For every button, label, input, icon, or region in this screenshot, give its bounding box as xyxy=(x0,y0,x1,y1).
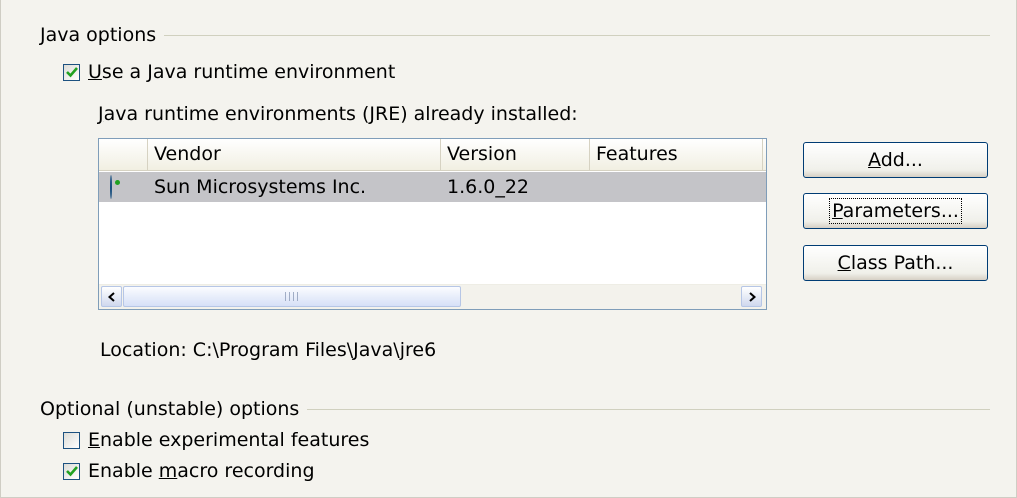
column-header-version[interactable]: Version xyxy=(441,139,590,170)
jre-table[interactable]: Vendor Version Features Sun Microsystems… xyxy=(98,138,767,310)
java-options-header: Java options xyxy=(40,24,990,46)
class-path-button[interactable]: Class Path... xyxy=(803,245,988,281)
jre-radio[interactable] xyxy=(110,175,120,199)
select-cell[interactable] xyxy=(99,175,148,199)
scroll-left-button[interactable] xyxy=(101,286,122,307)
scroll-thumb[interactable]: |||| xyxy=(123,286,461,307)
checkbox-box[interactable] xyxy=(63,431,80,449)
parameters-button[interactable]: Parameters... xyxy=(803,193,988,229)
grip-icon: |||| xyxy=(283,291,301,302)
optional-options-title: Optional (unstable) options xyxy=(40,398,300,420)
arrow-left-icon xyxy=(107,291,115,302)
checkmark-icon xyxy=(66,66,78,77)
scroll-right-button[interactable] xyxy=(741,286,762,307)
add-button[interactable]: Add... xyxy=(803,142,988,178)
optional-options-header: Optional (unstable) options xyxy=(40,398,990,420)
use-jre-checkbox[interactable]: Use a Java runtime environment xyxy=(63,61,395,83)
column-header-select[interactable] xyxy=(99,139,148,170)
use-jre-label: Use a Java runtime environment xyxy=(88,61,396,83)
version-cell: 1.6.0_22 xyxy=(447,176,530,198)
installed-jre-label: Java runtime environments (JRE) already … xyxy=(98,103,578,125)
experimental-features-label: Enable experimental features xyxy=(88,429,370,451)
column-header-vendor[interactable]: Vendor xyxy=(148,139,441,170)
section-divider xyxy=(307,408,990,410)
radio-dot-icon xyxy=(115,180,120,185)
arrow-right-icon xyxy=(748,291,756,302)
section-divider xyxy=(164,34,990,36)
macro-recording-label: Enable macro recording xyxy=(88,460,315,482)
horizontal-scrollbar[interactable]: |||| xyxy=(99,284,766,309)
experimental-features-checkbox[interactable]: Enable experimental features xyxy=(63,429,369,451)
checkbox-box[interactable] xyxy=(63,63,80,81)
column-header-features[interactable]: Features xyxy=(590,139,763,170)
table-header: Vendor Version Features xyxy=(99,139,766,171)
vendor-cell: Sun Microsystems Inc. xyxy=(154,176,367,198)
checkbox-box[interactable] xyxy=(63,462,80,480)
table-row[interactable]: Sun Microsystems Inc. 1.6.0_22 xyxy=(99,172,766,202)
jre-location: Location: C:\Program Files\Java\jre6 xyxy=(100,339,437,361)
checkmark-icon xyxy=(66,465,78,476)
java-options-title: Java options xyxy=(40,24,157,46)
macro-recording-checkbox[interactable]: Enable macro recording xyxy=(63,460,315,482)
